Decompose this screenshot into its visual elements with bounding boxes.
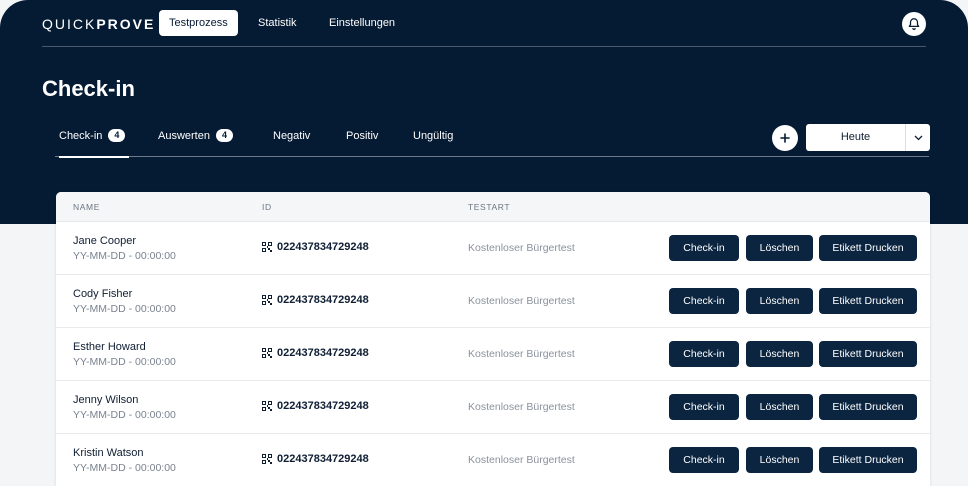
tab-label: Check-in bbox=[59, 130, 103, 142]
tab-label: Ungültig bbox=[413, 130, 454, 142]
check-in-button[interactable]: Check-in bbox=[669, 235, 739, 261]
check-in-button[interactable]: Check-in bbox=[669, 288, 739, 314]
plus-icon bbox=[780, 133, 790, 143]
delete-button[interactable]: Löschen bbox=[746, 288, 813, 314]
table-row: Cody Fisher YY-MM-DD - 00:00:00 0224378347… bbox=[56, 275, 930, 328]
row-id: 022437834729248 bbox=[262, 347, 369, 359]
check-in-button[interactable]: Check-in bbox=[669, 394, 739, 420]
tab-label: Positiv bbox=[346, 130, 379, 142]
top-navigation: QUICKPROVE Testprozess Statistik Einstel… bbox=[42, 10, 926, 47]
row-datetime: YY-MM-DD - 00:00:00 bbox=[73, 250, 176, 262]
print-label-button[interactable]: Etikett Drucken bbox=[819, 394, 917, 420]
app-header: QUICKPROVE Testprozess Statistik Einstel… bbox=[0, 0, 968, 224]
print-label-button[interactable]: Etikett Drucken bbox=[819, 235, 917, 261]
tab-positiv[interactable]: Positiv bbox=[346, 124, 378, 157]
column-header-id: ID bbox=[262, 202, 272, 212]
row-id-value: 022437834729248 bbox=[277, 294, 369, 306]
row-datetime: YY-MM-DD - 00:00:00 bbox=[73, 303, 176, 315]
print-label-button[interactable]: Etikett Drucken bbox=[819, 447, 917, 473]
row-name: Cody Fisher bbox=[73, 288, 133, 300]
row-id-value: 022437834729248 bbox=[277, 453, 369, 465]
row-datetime: YY-MM-DD - 00:00:00 bbox=[73, 356, 176, 368]
table-header: NAME ID TESTART bbox=[56, 192, 930, 222]
tab-check-in[interactable]: Check-in 4 bbox=[59, 124, 129, 158]
row-id-value: 022437834729248 bbox=[277, 241, 369, 253]
qr-code-icon bbox=[262, 348, 272, 358]
row-test-type: Kostenloser Bürgertest bbox=[468, 242, 575, 254]
chevron-down-icon bbox=[914, 135, 922, 140]
tab-label: Negativ bbox=[273, 130, 311, 142]
date-filter-toggle[interactable] bbox=[905, 124, 930, 151]
nav-item-statistik[interactable]: Statistik bbox=[248, 10, 307, 36]
row-id-value: 022437834729248 bbox=[277, 400, 369, 412]
print-label-button[interactable]: Etikett Drucken bbox=[819, 288, 917, 314]
row-id-value: 022437834729248 bbox=[277, 347, 369, 359]
table-row: Esther Howard YY-MM-DD - 00:00:00 02243783… bbox=[56, 328, 930, 381]
print-label-button[interactable]: Etikett Drucken bbox=[819, 341, 917, 367]
row-name: Jane Cooper bbox=[73, 235, 136, 247]
page-title: Check-in bbox=[42, 76, 135, 101]
row-id: 022437834729248 bbox=[262, 400, 369, 412]
delete-button[interactable]: Löschen bbox=[746, 394, 813, 420]
row-id: 022437834729248 bbox=[262, 294, 369, 306]
qr-code-icon bbox=[262, 401, 272, 411]
add-button[interactable] bbox=[772, 125, 798, 151]
logo-text-bold: PROVE bbox=[96, 16, 156, 32]
checkin-table: NAME ID TESTART Jane Cooper YY-MM-DD - 00… bbox=[56, 192, 930, 486]
tab-auswerten[interactable]: Auswerten 4 bbox=[158, 124, 233, 157]
app-logo[interactable]: QUICKPROVE bbox=[42, 16, 155, 32]
qr-code-icon bbox=[262, 295, 272, 305]
row-id: 022437834729248 bbox=[262, 453, 369, 465]
nav-item-einstellungen[interactable]: Einstellungen bbox=[319, 10, 405, 36]
column-header-name: NAME bbox=[73, 202, 100, 212]
tab-ungueltig[interactable]: Ungültig bbox=[413, 124, 453, 157]
status-tabs: Check-in 4 Auswerten 4 Negativ Positiv Ung… bbox=[55, 124, 929, 158]
delete-button[interactable]: Löschen bbox=[746, 341, 813, 367]
table-row: Jane Cooper YY-MM-DD - 00:00:00 0224378347… bbox=[56, 222, 930, 275]
bell-icon bbox=[908, 18, 920, 30]
table-row: Jenny Wilson YY-MM-DD - 00:00:00 022437834… bbox=[56, 381, 930, 434]
row-name: Esther Howard bbox=[73, 341, 146, 353]
row-name: Kristin Watson bbox=[73, 447, 144, 459]
column-header-testart: TESTART bbox=[468, 202, 511, 212]
row-test-type: Kostenloser Bürgertest bbox=[468, 348, 575, 360]
nav-item-testprozess[interactable]: Testprozess bbox=[159, 10, 238, 36]
tab-count-badge: 4 bbox=[108, 129, 126, 142]
row-name: Jenny Wilson bbox=[73, 394, 139, 406]
delete-button[interactable]: Löschen bbox=[746, 447, 813, 473]
date-filter-value: Heute bbox=[840, 131, 871, 143]
qr-code-icon bbox=[262, 242, 272, 252]
row-test-type: Kostenloser Bürgertest bbox=[468, 295, 575, 307]
check-in-button[interactable]: Check-in bbox=[669, 341, 739, 367]
qr-code-icon bbox=[262, 454, 272, 464]
check-in-button[interactable]: Check-in bbox=[669, 447, 739, 473]
logo-text-light: QUICK bbox=[42, 16, 97, 32]
row-id: 022437834729248 bbox=[262, 241, 369, 253]
tab-label: Auswerten bbox=[158, 130, 210, 142]
tab-negativ[interactable]: Negativ bbox=[273, 124, 310, 157]
row-datetime: YY-MM-DD - 00:00:00 bbox=[73, 409, 176, 421]
row-test-type: Kostenloser Bürgertest bbox=[468, 401, 575, 413]
row-test-type: Kostenloser Bürgertest bbox=[468, 454, 575, 466]
delete-button[interactable]: Löschen bbox=[746, 235, 813, 261]
table-row: Kristin Watson YY-MM-DD - 00:00:00 0224378… bbox=[56, 434, 930, 486]
tab-count-badge: 4 bbox=[215, 129, 233, 142]
notifications-button[interactable] bbox=[902, 12, 926, 36]
date-filter-select[interactable]: Heute bbox=[806, 124, 930, 151]
row-datetime: YY-MM-DD - 00:00:00 bbox=[73, 462, 176, 474]
